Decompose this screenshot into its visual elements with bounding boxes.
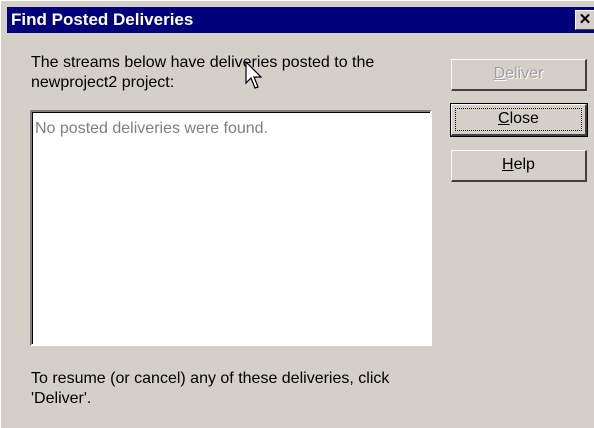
window-title: Find Posted Deliveries bbox=[11, 10, 194, 29]
close-button[interactable]: Close bbox=[450, 103, 588, 137]
help-label: elp bbox=[513, 156, 535, 173]
help-button[interactable]: Help bbox=[451, 150, 587, 182]
description-text: The streams below have deliveries posted… bbox=[31, 54, 375, 91]
deliver-label: eliver bbox=[505, 65, 544, 82]
deliveries-listbox[interactable]: No posted deliveries were found. bbox=[30, 110, 432, 346]
find-posted-deliveries-dialog: Find Posted Deliveries ✕ The streams bel… bbox=[0, 0, 594, 428]
close-label: lose bbox=[509, 110, 539, 127]
mouse-pointer-icon bbox=[245, 61, 263, 89]
title-bar: Find Posted Deliveries ✕ bbox=[7, 7, 594, 33]
empty-list-message: No posted deliveries were found. bbox=[35, 120, 269, 137]
close-icon[interactable]: ✕ bbox=[575, 10, 594, 30]
close-mnemonic: C bbox=[498, 110, 510, 127]
help-mnemonic: H bbox=[502, 156, 514, 173]
footer-text: To resume (or cancel) any of these deliv… bbox=[31, 370, 390, 407]
deliver-mnemonic: D bbox=[493, 65, 506, 82]
deliver-button[interactable]: Deliver bbox=[451, 59, 587, 91]
